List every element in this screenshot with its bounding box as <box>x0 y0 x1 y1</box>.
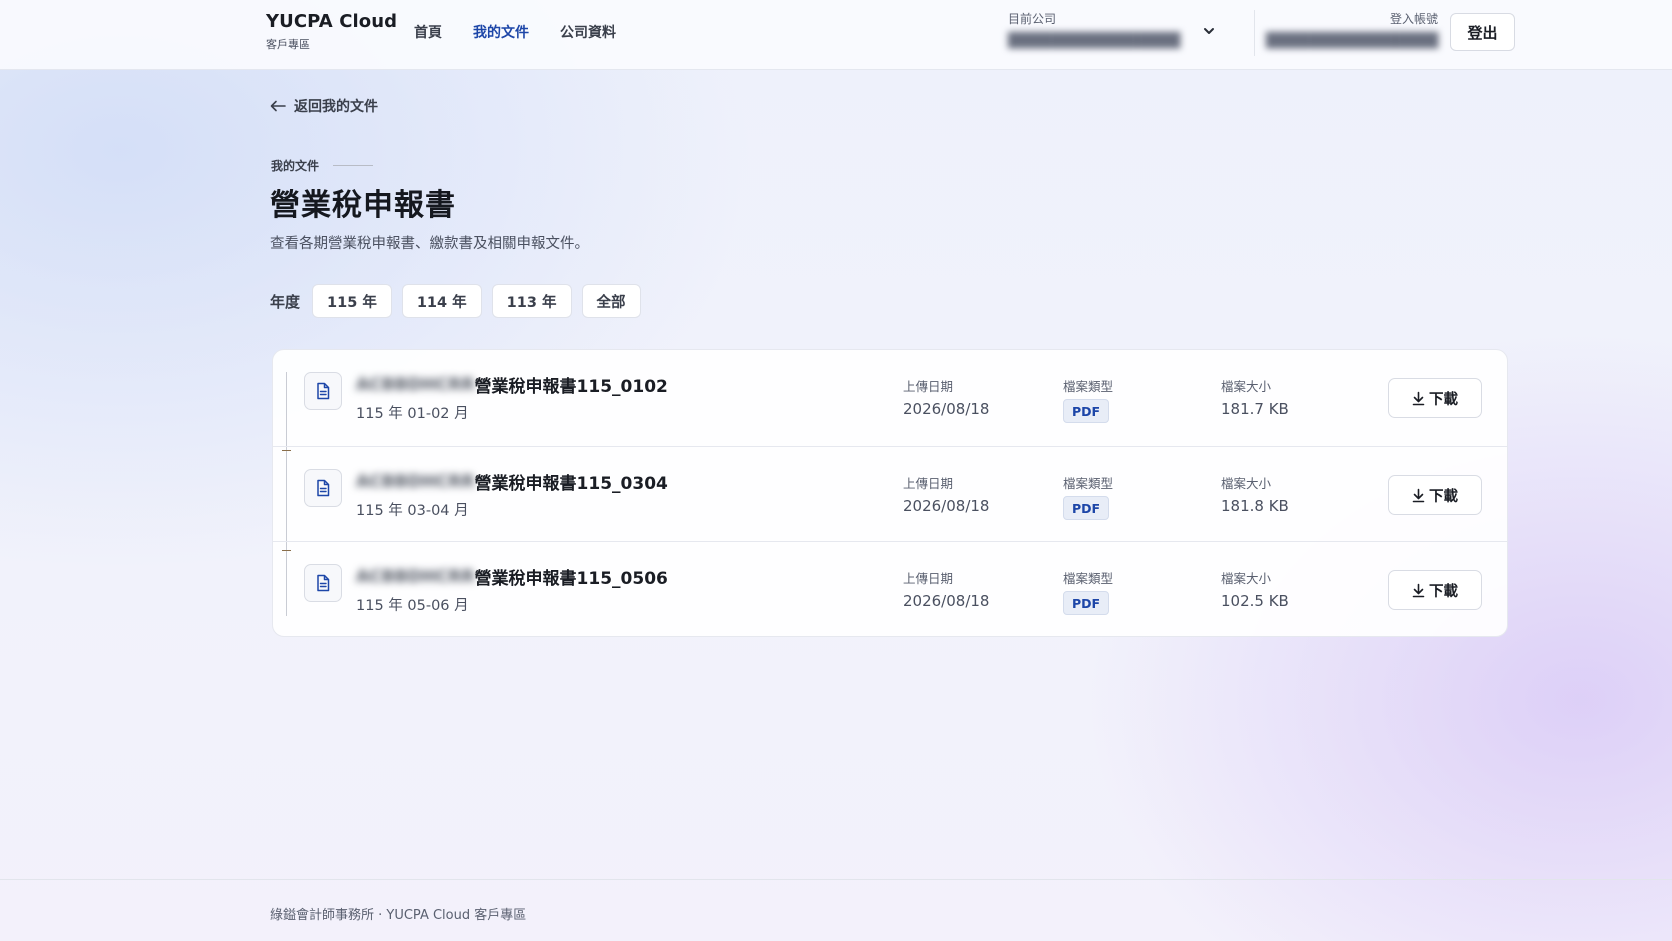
document-row: ACBBDHCRR 營業稅申報書115_0304 115 年 03-04 月 上… <box>273 446 1507 541</box>
document-file-icon <box>304 469 342 507</box>
download-button[interactable]: 下載 <box>1388 475 1482 515</box>
footer-text: 綠鎰會計師事務所 · YUCPA Cloud 客戶專區 <box>270 908 527 923</box>
file-type-label: 檔案類型 <box>1063 476 1114 491</box>
file-type-label: 檔案類型 <box>1063 571 1114 586</box>
file-type-badge: PDF <box>1063 591 1110 615</box>
file-type-label: 檔案類型 <box>1063 379 1114 394</box>
chevron-down-icon[interactable] <box>1202 24 1216 38</box>
file-size-value: 102.5 KB <box>1221 592 1289 610</box>
document-row: ACBBDHCRR 營業稅申報書115_0506 115 年 05-06 月 上… <box>273 541 1507 636</box>
document-name-prefix-redacted: ACBBDHCRR <box>356 471 475 492</box>
document-name: ACBBDHCRR 營業稅申報書115_0304 <box>356 469 668 495</box>
file-type-badge: PDF <box>1063 496 1110 520</box>
brand-subtitle: 客戶專區 <box>266 38 310 51</box>
upload-date-label: 上傳日期 <box>903 379 954 394</box>
year-chip-115[interactable]: 115 年 <box>312 284 392 318</box>
back-link-label: 返回我的文件 <box>294 99 378 115</box>
document-period: 115 年 03-04 月 <box>356 503 469 519</box>
year-filter-label: 年度 <box>270 292 301 311</box>
download-icon <box>1412 391 1425 405</box>
document-title: 營業稅申報書115_0304 <box>474 474 668 494</box>
document-name-prefix-redacted: ACBBDHCRR <box>356 374 475 395</box>
eyebrow-text: 我的文件 <box>271 159 320 173</box>
account-value-redacted: ████████████████ <box>1266 33 1439 49</box>
document-title: 營業稅申報書115_0102 <box>474 377 668 397</box>
download-icon <box>1412 488 1425 502</box>
file-type-badge: PDF <box>1063 399 1110 423</box>
year-chip-114[interactable]: 114 年 <box>401 284 482 318</box>
nav-item-my-documents[interactable]: 我的文件 <box>473 22 529 42</box>
brand[interactable]: YUCPA Cloud 客戶專區 <box>266 11 397 52</box>
file-size-label: 檔案大小 <box>1221 571 1272 586</box>
upload-date-label: 上傳日期 <box>903 476 954 491</box>
file-size-value: 181.7 KB <box>1221 400 1289 418</box>
file-size-label: 檔案大小 <box>1221 476 1272 491</box>
document-file-icon <box>304 564 342 602</box>
document-period: 115 年 05-06 月 <box>356 598 469 614</box>
download-label: 下載 <box>1429 488 1458 505</box>
download-button[interactable]: 下載 <box>1388 378 1482 418</box>
top-navbar: YUCPA Cloud 客戶專區 首頁 我的文件 公司資料 目前公司 █████… <box>0 0 1672 70</box>
page-title: 營業稅申報書 <box>270 188 456 223</box>
company-selector[interactable]: 目前公司 ████████████████ <box>1008 10 1218 49</box>
document-name-prefix-redacted: ACBBDHCRR <box>356 566 475 587</box>
account-info: 登入帳號 ████████████████ <box>1266 10 1438 49</box>
back-to-my-documents-link[interactable]: 返回我的文件 <box>270 96 378 116</box>
account-label: 登入帳號 <box>1389 12 1438 26</box>
document-row: ACBBDHCRR 營業稅申報書115_0102 115 年 01-02 月 上… <box>273 350 1507 445</box>
document-list: ACBBDHCRR 營業稅申報書115_0102 115 年 01-02 月 上… <box>272 349 1508 637</box>
section-eyebrow: 我的文件 <box>271 157 374 174</box>
footer-divider <box>0 879 1672 880</box>
download-label: 下載 <box>1429 391 1458 408</box>
year-filter: 年度 115 年 114 年 113 年 全部 <box>270 284 651 318</box>
year-chip-all[interactable]: 全部 <box>581 284 641 318</box>
brand-title: YUCPA Cloud <box>266 11 398 32</box>
eyebrow-divider <box>333 165 374 166</box>
upload-date-value: 2026/08/18 <box>903 400 990 418</box>
company-value-redacted: ████████████████ <box>1008 33 1181 49</box>
download-button[interactable]: 下載 <box>1388 570 1482 610</box>
file-size-value: 181.8 KB <box>1221 497 1289 515</box>
upload-date-value: 2026/08/18 <box>903 592 990 610</box>
arrow-left-icon <box>270 100 286 112</box>
nav-item-home[interactable]: 首頁 <box>414 22 442 42</box>
logout-button[interactable]: 登出 <box>1450 13 1515 51</box>
upload-date-value: 2026/08/18 <box>903 497 990 515</box>
file-size-label: 檔案大小 <box>1221 379 1272 394</box>
document-name: ACBBDHCRR 營業稅申報書115_0102 <box>356 372 668 398</box>
document-title: 營業稅申報書115_0506 <box>474 569 668 589</box>
document-period: 115 年 01-02 月 <box>356 406 469 422</box>
document-name: ACBBDHCRR 營業稅申報書115_0506 <box>356 564 668 590</box>
document-file-icon <box>304 372 342 410</box>
main-nav: 首頁 我的文件 公司資料 <box>414 22 616 42</box>
company-label: 目前公司 <box>1008 12 1057 26</box>
download-label: 下載 <box>1429 583 1458 600</box>
header-divider <box>1254 10 1255 56</box>
page-description: 查看各期營業稅申報書、繳款書及相關申報文件。 <box>270 236 589 252</box>
year-chip-113[interactable]: 113 年 <box>491 284 572 318</box>
upload-date-label: 上傳日期 <box>903 571 954 586</box>
nav-item-company-info[interactable]: 公司資料 <box>560 22 616 42</box>
download-icon <box>1412 583 1425 597</box>
